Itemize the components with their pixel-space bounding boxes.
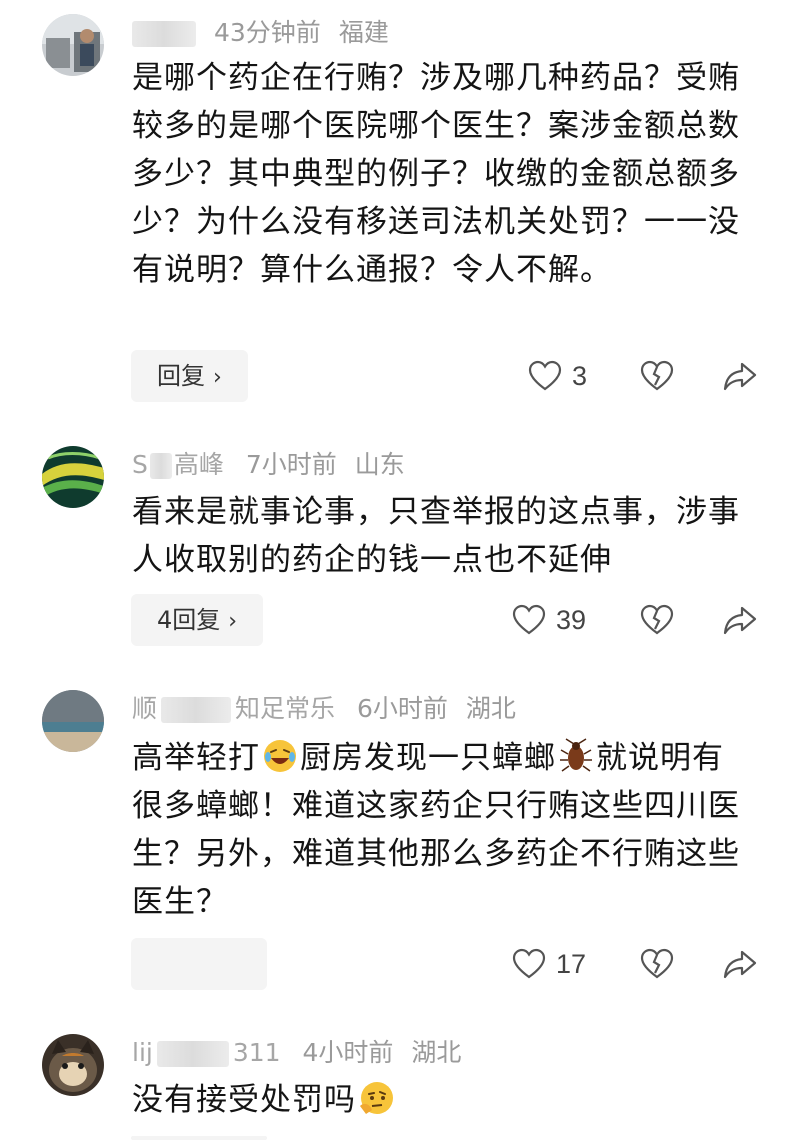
comment-text: 高举轻打 厨房发现一只蟑螂 就说明有很多蟑螂！难道这家药企只行贿这些四川医生？另外，… xyxy=(132,738,740,920)
comment-meta: S 高峰 7小时前 山东 xyxy=(132,448,423,482)
comment-location: 山东 xyxy=(354,450,405,479)
comment-text: 是哪个药企在行贿？涉及哪几种药品？受贿较多的是哪个医院哪个医生？案涉金额总数多少… xyxy=(132,60,740,288)
comment-location: 福建 xyxy=(338,18,389,47)
comment-username: lij 311 xyxy=(132,1038,281,1067)
comment-time: 43分钟前 xyxy=(214,18,321,47)
comment-actions: 3 xyxy=(0,350,800,402)
like-button[interactable]: 3 xyxy=(528,350,587,402)
like-count: 39 xyxy=(556,604,587,635)
share-arrow-icon xyxy=(723,950,757,979)
dislike-button[interactable] xyxy=(640,938,674,990)
broken-heart-icon xyxy=(640,360,674,391)
share-arrow-icon xyxy=(723,606,757,635)
share-arrow-icon xyxy=(723,362,757,391)
like-count: 17 xyxy=(556,948,587,979)
comment-location: 湖北 xyxy=(411,1038,462,1067)
like-count: 3 xyxy=(572,360,588,391)
comment-time: 4小时前 xyxy=(302,1038,394,1067)
share-button[interactable] xyxy=(722,350,758,402)
heart-outline-icon xyxy=(512,948,546,979)
reply-button[interactable] xyxy=(131,1136,267,1140)
avatar[interactable] xyxy=(42,446,104,508)
comment-username: 顺知足常乐 xyxy=(132,694,336,723)
avatar[interactable] xyxy=(42,14,104,76)
share-button[interactable] xyxy=(722,594,758,646)
heart-outline-icon xyxy=(512,604,546,635)
comment-text: 看来是就事论事，只查举报的这点事，涉事人收取别的药企的钱一点也不延伸 xyxy=(132,494,740,578)
heart-outline-icon xyxy=(528,360,562,391)
blurred-username xyxy=(132,21,196,47)
comment-actions: 39 xyxy=(0,594,800,646)
comment-text: 没有接受处罚吗 xyxy=(132,1076,742,1124)
comment-time: 6小时前 xyxy=(356,694,448,723)
thinking-emoji-icon xyxy=(358,1080,394,1116)
broken-heart-icon xyxy=(640,948,674,979)
avatar[interactable] xyxy=(42,690,104,752)
dislike-button[interactable] xyxy=(640,594,674,646)
comment-meta: lij 311 4小时前 湖北 xyxy=(132,1036,479,1070)
comment-time: 7小时前 xyxy=(245,450,337,479)
like-button[interactable]: 39 xyxy=(512,594,586,646)
comment-username: S 高峰 xyxy=(132,450,224,479)
avatar[interactable] xyxy=(42,1034,104,1096)
like-button[interactable]: 17 xyxy=(512,938,586,990)
share-button[interactable] xyxy=(722,938,758,990)
comment-meta: 43分钟前 福建 xyxy=(132,16,407,50)
cockroach-emoji-icon xyxy=(558,738,594,774)
comment-location: 湖北 xyxy=(465,694,516,723)
laughing-crying-emoji-icon xyxy=(262,738,298,774)
comment-actions: 17 xyxy=(0,938,800,990)
comment-meta: 顺知足常乐 6小时前 湖北 xyxy=(132,692,534,726)
broken-heart-icon xyxy=(640,604,674,635)
dislike-button[interactable] xyxy=(640,350,674,402)
